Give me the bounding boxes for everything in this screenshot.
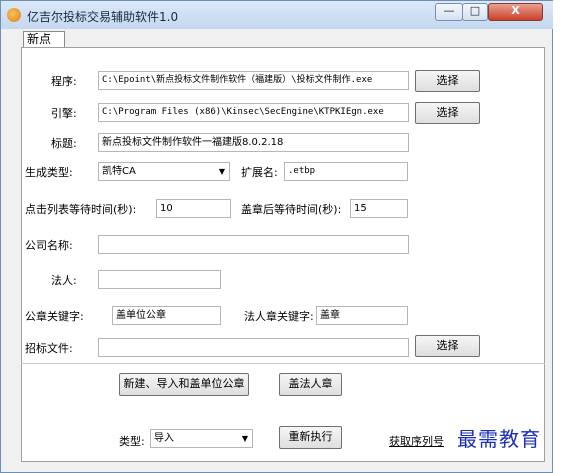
legal-seal-keyword-label: 法人章关键字: — [244, 310, 314, 323]
gen-type-label: 生成类型: — [25, 166, 73, 179]
rerun-button[interactable]: 重新执行 — [279, 426, 342, 449]
program-label: 程序: — [51, 75, 77, 88]
type-value: 导入 — [154, 433, 174, 444]
gen-type-value: 凯特CA — [102, 166, 136, 177]
gen-type-select[interactable]: 凯特CA ▼ — [98, 162, 230, 181]
legal-field[interactable] — [98, 270, 221, 289]
get-serial-link[interactable]: 获取序列号 — [389, 433, 444, 449]
seal-keyword-field[interactable]: 盖单位公章 — [112, 306, 221, 325]
tender-file-field[interactable] — [98, 338, 409, 357]
new-import-seal-button[interactable]: 新建、导入和盖单位公章 — [119, 373, 249, 396]
ext-label: 扩展名: — [241, 166, 278, 179]
company-field[interactable] — [98, 235, 409, 254]
right-margin — [553, 0, 575, 473]
tender-file-select-button[interactable]: 选择 — [415, 335, 480, 357]
legal-seal-button[interactable]: 盖法人章 — [279, 373, 342, 396]
wait-list-field[interactable]: 10 — [156, 199, 231, 218]
ext-field[interactable]: .etbp — [284, 162, 408, 181]
type-label: 类型: — [119, 435, 145, 448]
chevron-down-icon: ▼ — [241, 434, 248, 443]
chevron-down-icon: ▼ — [218, 167, 225, 176]
maximize-button[interactable]: □ — [462, 3, 488, 21]
tender-file-label: 招标文件: — [25, 342, 73, 355]
legal-seal-keyword-field[interactable]: 盖章 — [316, 306, 408, 325]
wait-list-label: 点击列表等待时间(秒): — [25, 203, 137, 216]
tab-xindian[interactable]: 新点 — [23, 31, 65, 48]
engine-select-button[interactable]: 选择 — [415, 102, 480, 124]
watermark-text: 最需教育 — [457, 427, 541, 451]
engine-label: 引擎: — [51, 107, 77, 120]
app-logo-icon — [7, 8, 21, 22]
seal-keyword-label: 公章关键字: — [25, 310, 84, 323]
title-label: 标题: — [51, 137, 77, 150]
engine-path-field[interactable]: C:\Program Files (x86)\Kinsec\SecEngine\… — [98, 103, 409, 122]
main-window: 亿吉尔投标交易辅助软件1.0 — □ X 新点 程序: C:\Epoint\新点… — [0, 0, 554, 473]
wait-stamp-label: 盖章后等待时间(秒): — [241, 203, 342, 216]
title-bar[interactable]: 亿吉尔投标交易辅助软件1.0 — □ X — [1, 1, 554, 29]
minimize-button[interactable]: — — [435, 3, 463, 21]
company-label: 公司名称: — [25, 239, 73, 252]
legal-label: 法人: — [51, 274, 77, 287]
program-select-button[interactable]: 选择 — [415, 70, 480, 92]
type-select[interactable]: 导入 ▼ — [150, 429, 253, 448]
program-path-field[interactable]: C:\Epoint\新点投标文件制作软件（福建版）\投标文件制作.exe — [98, 71, 409, 90]
divider — [21, 363, 545, 364]
title-field[interactable]: 新点投标文件制作软件一福建版8.0.2.18 — [98, 133, 409, 152]
window-title: 亿吉尔投标交易辅助软件1.0 — [27, 10, 179, 24]
wait-stamp-field[interactable]: 15 — [350, 199, 408, 218]
close-button[interactable]: X — [488, 3, 543, 21]
